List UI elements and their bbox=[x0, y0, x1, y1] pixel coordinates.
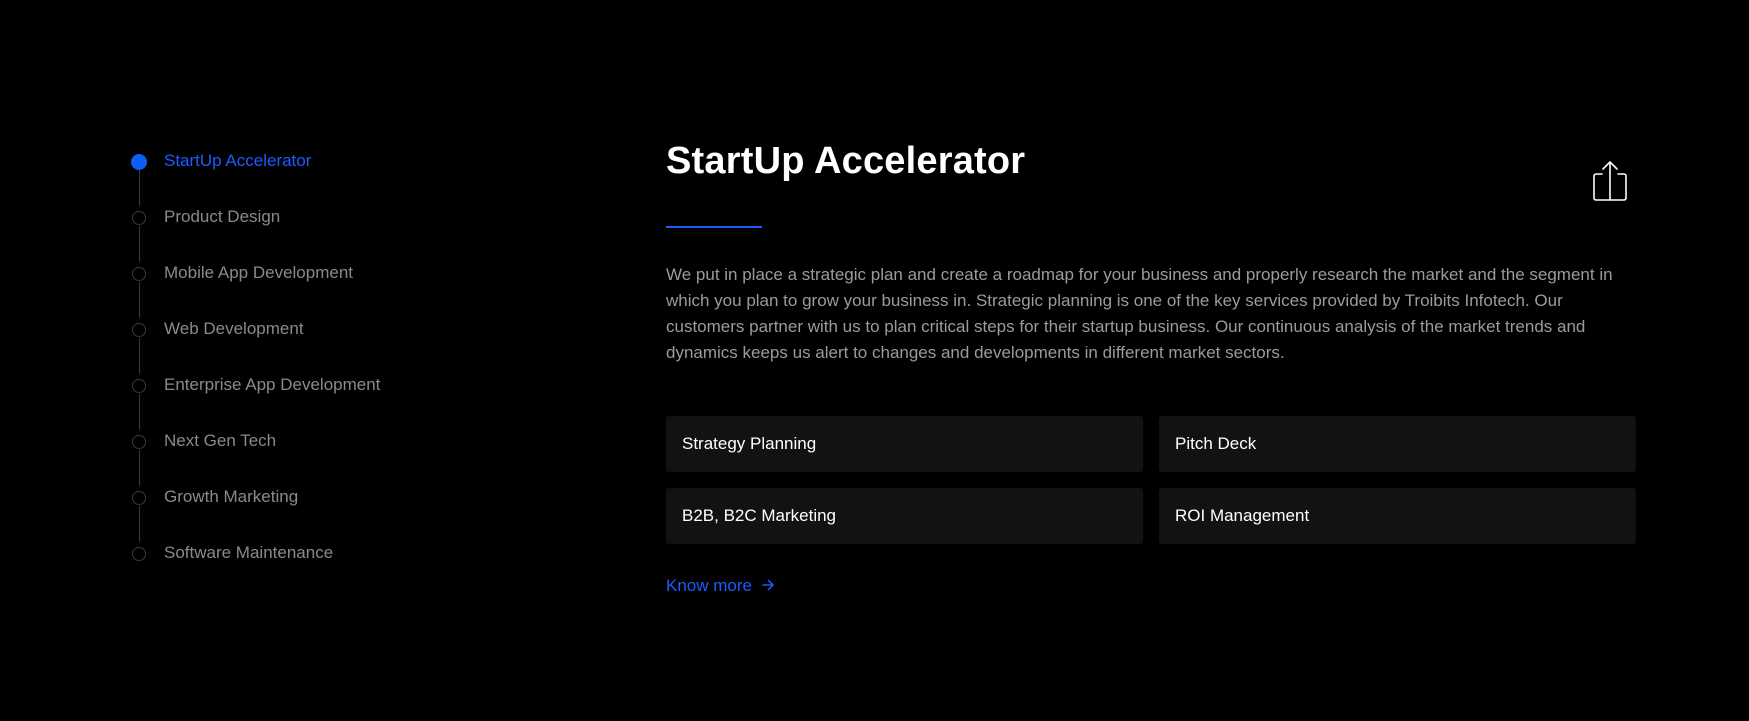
timeline-dot bbox=[132, 323, 146, 337]
timeline-dot bbox=[132, 211, 146, 225]
timeline-connector bbox=[139, 506, 140, 542]
timeline-dot bbox=[132, 435, 146, 449]
service-description: We put in place a strategic plan and cre… bbox=[666, 264, 1613, 362]
title-underline bbox=[666, 225, 762, 228]
timeline-item-label: Web Development bbox=[164, 319, 304, 338]
arrow-right-icon bbox=[762, 576, 774, 596]
timeline-item-label: Product Design bbox=[164, 207, 281, 226]
services-section: StartUp Accelerator Product Design Mobil… bbox=[0, 0, 1749, 721]
timeline-item-label: StartUp Accelerator bbox=[164, 151, 312, 170]
timeline-item-startup-accelerator[interactable]: StartUp Accelerator bbox=[131, 150, 532, 206]
timeline-item-web-development[interactable]: Web Development bbox=[132, 318, 532, 374]
service-features-grid: Strategy Planning Pitch Deck B2B, B2C Ma… bbox=[666, 415, 1638, 544]
timeline-connector bbox=[139, 338, 140, 374]
timeline-connector bbox=[139, 394, 140, 430]
timeline-item-label: Growth Marketing bbox=[164, 487, 299, 506]
feature-card-roi-management[interactable]: ROI Management bbox=[1159, 487, 1636, 544]
timeline-dot bbox=[132, 491, 146, 505]
share-icon[interactable] bbox=[1590, 158, 1630, 204]
know-more-label: Know more bbox=[666, 575, 752, 595]
timeline-connector bbox=[139, 226, 140, 262]
feature-card-strategy-planning[interactable]: Strategy Planning bbox=[666, 415, 1143, 472]
service-title: StartUp Accelerator bbox=[666, 140, 1026, 182]
timeline-item-label: Enterprise App Development bbox=[164, 375, 381, 394]
timeline-item-growth-marketing[interactable]: Growth Marketing bbox=[132, 486, 532, 542]
timeline-item-label: Mobile App Development bbox=[164, 263, 354, 282]
timeline-dot bbox=[132, 547, 146, 561]
timeline-connector bbox=[139, 282, 140, 318]
timeline-item-software-maintenance[interactable]: Software Maintenance bbox=[132, 542, 532, 598]
timeline-item-label: Software Maintenance bbox=[164, 543, 334, 562]
feature-card-pitch-deck[interactable]: Pitch Deck bbox=[1159, 415, 1636, 472]
services-timeline: StartUp Accelerator Product Design Mobil… bbox=[131, 150, 532, 598]
timeline-item-label: Next Gen Tech bbox=[164, 431, 277, 450]
timeline-item-mobile-app-development[interactable]: Mobile App Development bbox=[132, 262, 532, 318]
know-more-link[interactable]: Know more bbox=[666, 576, 774, 596]
timeline-dot bbox=[132, 379, 146, 393]
timeline-connector bbox=[139, 170, 140, 206]
timeline-item-next-gen-tech[interactable]: Next Gen Tech bbox=[132, 430, 532, 486]
timeline-connector bbox=[139, 450, 140, 486]
feature-card-b2b-b2c-marketing[interactable]: B2B, B2C Marketing bbox=[666, 487, 1143, 544]
timeline-dot bbox=[132, 267, 146, 281]
timeline-dot-active bbox=[131, 154, 147, 170]
service-detail-panel: StartUp Accelerator We put in place a st… bbox=[666, 140, 1638, 596]
timeline-item-enterprise-app-development[interactable]: Enterprise App Development bbox=[132, 374, 532, 430]
timeline-item-product-design[interactable]: Product Design bbox=[132, 206, 532, 262]
